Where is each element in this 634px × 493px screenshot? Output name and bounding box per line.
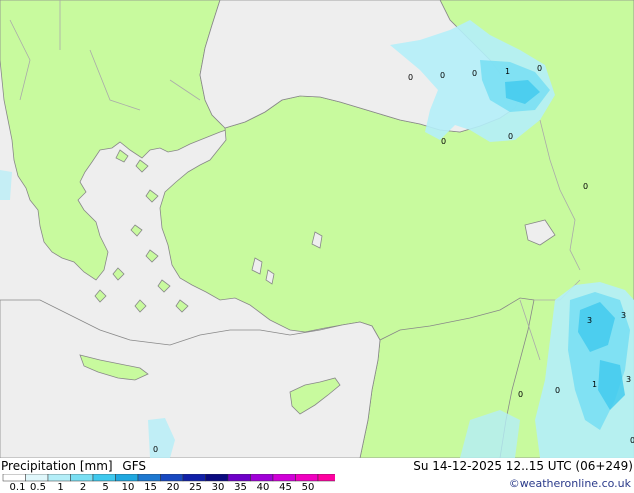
scale-swatch <box>227 474 251 482</box>
precip-label: 0 <box>508 132 513 141</box>
scale-tick: 50 <box>301 482 315 493</box>
precip-label: 0 <box>440 71 445 80</box>
scale-ticks: 0.1 0.5 1 2 5 10 15 20 25 30 35 40 45 50 <box>0 482 330 493</box>
scale-swatch <box>182 474 206 482</box>
scale-tick: 0.5 <box>30 482 46 493</box>
precip-label: 0 <box>555 386 560 395</box>
precip-title: Precipitation [mm] <box>1 459 113 473</box>
footer-bar: Precipitation [mm] GFS Su 14-12-2025 12.… <box>0 458 634 493</box>
precip-label: 0 <box>583 182 588 191</box>
scale-swatch <box>2 474 26 482</box>
scale-swatch <box>47 474 71 482</box>
precip-label: 0 <box>518 390 523 399</box>
legend-title: Precipitation [mm] GFS <box>1 459 146 473</box>
precip-label: 0 <box>472 69 477 78</box>
precip-label: 0 <box>441 137 446 146</box>
scale-tick: 2 <box>79 482 87 493</box>
scale-swatch <box>160 474 184 482</box>
scale-swatch <box>250 474 274 482</box>
scale-tick: 5 <box>102 482 109 493</box>
scale-swatch <box>25 474 49 482</box>
scale-tick: 15 <box>144 482 157 493</box>
credit-link[interactable]: ©weatheronline.co.uk <box>509 477 631 490</box>
scale-swatch <box>70 474 94 482</box>
precip-label: 1 <box>592 380 597 389</box>
scale-swatch <box>137 474 161 482</box>
scale-swatch <box>295 474 319 482</box>
precip-label: 0 <box>153 445 158 454</box>
scale-tick: 25 <box>189 482 202 493</box>
scale-tick: 0.1 <box>9 482 26 493</box>
scale-swatch <box>317 474 335 482</box>
map-canvas: 0 0 0 1 0 0 0 0 3 3 3 1 0 0 0 0 <box>0 0 634 459</box>
precipitation-map: 0 0 0 1 0 0 0 0 3 3 3 1 0 0 0 0 <box>0 0 634 459</box>
scale-tick: 45 <box>279 482 292 493</box>
valid-time: Su 14-12-2025 12..15 UTC (06+249) <box>413 459 633 473</box>
precip-label: 0 <box>630 436 634 445</box>
scale-swatch <box>205 474 229 482</box>
precip-label: 0 <box>408 73 413 82</box>
scale-tick: 20 <box>166 482 180 493</box>
scale-tick: 10 <box>121 482 135 493</box>
precip-label: 1 <box>505 67 510 76</box>
precip-label: 0 <box>537 64 542 73</box>
scale-tick: 40 <box>256 482 270 493</box>
precip-label: 3 <box>587 316 592 325</box>
precip-label: 3 <box>626 375 631 384</box>
precip-label: 3 <box>621 311 626 320</box>
model-name: GFS <box>122 459 146 473</box>
color-scale <box>2 474 335 482</box>
scale-swatch <box>272 474 296 482</box>
scale-tick: 1 <box>57 482 64 493</box>
scale-tick: 35 <box>234 482 247 493</box>
scale-swatch <box>115 474 139 482</box>
scale-tick: 30 <box>211 482 225 493</box>
scale-swatch <box>92 474 116 482</box>
